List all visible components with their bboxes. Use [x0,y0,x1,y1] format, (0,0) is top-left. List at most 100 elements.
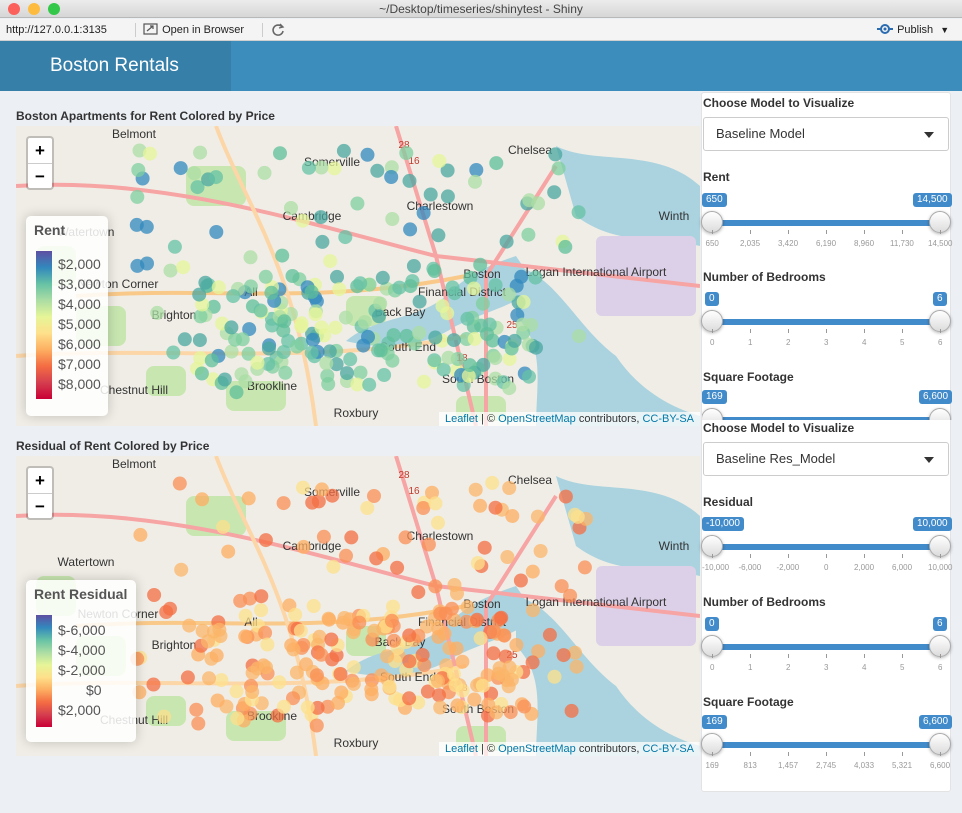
listing-marker[interactable] [321,377,336,391]
listing-marker[interactable] [547,669,562,684]
listing-marker[interactable] [515,317,530,332]
listing-marker[interactable] [503,705,518,720]
listing-marker[interactable] [570,509,585,524]
listing-marker[interactable] [308,307,323,322]
listing-marker[interactable] [406,259,421,273]
listing-marker[interactable] [529,340,543,355]
close-window-button[interactable] [8,3,20,15]
listing-marker[interactable] [353,365,368,380]
listing-marker[interactable] [316,529,331,544]
listing-marker[interactable] [558,239,573,254]
listing-marker[interactable] [473,257,488,272]
listing-marker[interactable] [314,647,329,662]
listing-marker[interactable] [324,632,339,647]
listing-marker[interactable] [476,357,491,372]
listing-marker[interactable] [427,264,442,278]
listing-marker[interactable] [350,196,365,211]
listing-marker[interactable] [513,573,528,588]
listing-marker[interactable] [494,610,509,625]
listing-marker[interactable] [433,700,448,715]
listing-marker[interactable] [477,540,492,555]
listing-marker[interactable] [392,280,407,295]
listing-marker[interactable] [403,222,418,237]
listing-marker[interactable] [370,163,385,178]
rent-slider[interactable]: 650 14,500 650 2,035 3,420 6,190 8,960 11,730 14… [701,193,952,253]
listing-marker[interactable] [468,482,483,497]
listing-marker[interactable] [306,599,321,613]
res-model-select[interactable]: Baseline Res_Model [703,442,949,476]
listing-marker[interactable] [352,615,367,630]
sqft2-slider[interactable]: 169 6,600 169 813 1,457 2,745 4,033 5,321 6,600 [701,715,953,775]
listing-marker[interactable] [129,217,144,232]
listing-marker[interactable] [528,270,543,285]
listing-marker[interactable] [174,562,189,577]
listing-marker[interactable] [235,332,250,347]
listing-marker[interactable] [577,560,592,575]
listing-marker[interactable] [421,537,436,552]
listing-marker[interactable] [243,250,258,265]
listing-marker[interactable] [189,702,204,717]
listing-marker[interactable] [467,331,482,346]
listing-marker[interactable] [209,648,224,663]
cc-link[interactable]: CC-BY-SA [642,743,694,755]
listing-marker[interactable] [473,498,488,513]
listing-marker[interactable] [194,366,209,381]
listing-marker[interactable] [130,258,145,273]
listing-marker[interactable] [336,143,351,158]
listing-marker[interactable] [384,170,399,184]
slider-min-handle[interactable] [702,408,723,420]
listing-marker[interactable] [254,589,269,604]
listing-marker[interactable] [522,369,536,384]
listing-marker[interactable] [209,170,223,185]
listing-marker[interactable] [193,145,208,160]
listing-marker[interactable] [502,287,516,302]
listing-marker[interactable] [530,509,545,524]
leaflet-link[interactable]: Leaflet [445,743,478,755]
listing-marker[interactable] [323,254,338,269]
listing-marker[interactable] [488,500,503,515]
listing-marker[interactable] [314,160,329,175]
listing-marker[interactable] [415,648,430,662]
listing-marker[interactable] [224,320,239,335]
listing-marker[interactable] [469,163,484,177]
listing-marker[interactable] [499,234,514,249]
listing-marker[interactable] [399,328,414,343]
listing-marker[interactable] [386,328,401,343]
listing-marker[interactable] [309,668,324,683]
listing-marker[interactable] [284,201,298,215]
leaflet-link[interactable]: Leaflet [445,413,478,425]
listing-marker[interactable] [146,677,161,692]
listing-marker[interactable] [367,489,381,503]
listing-marker[interactable] [133,527,148,542]
listing-marker[interactable] [210,693,225,708]
listing-marker[interactable] [243,279,258,294]
listing-marker[interactable] [427,353,442,368]
listing-marker[interactable] [449,641,464,656]
listing-marker[interactable] [238,629,253,644]
listing-marker[interactable] [216,519,231,534]
listing-marker[interactable] [412,325,427,340]
listing-marker[interactable] [385,353,400,368]
listing-marker[interactable] [488,351,503,366]
listing-marker[interactable] [339,548,353,563]
listing-marker[interactable] [385,212,400,226]
listing-marker[interactable] [373,343,388,358]
listing-marker[interactable] [275,248,290,263]
minimize-window-button[interactable] [28,3,40,15]
listing-marker[interactable] [250,355,265,370]
listing-marker[interactable] [556,648,571,663]
listing-marker[interactable] [455,654,470,669]
listing-marker[interactable] [277,314,292,329]
listing-marker[interactable] [507,333,522,348]
listing-marker[interactable] [398,530,413,545]
listing-marker[interactable] [502,381,517,396]
listing-marker[interactable] [470,556,485,570]
listing-marker[interactable] [428,330,443,345]
listing-marker[interactable] [259,660,273,675]
listing-marker[interactable] [501,679,516,694]
listing-marker[interactable] [525,564,540,579]
listing-marker[interactable] [390,560,405,575]
listing-marker[interactable] [328,320,343,335]
listing-marker[interactable] [233,593,248,608]
listing-marker[interactable] [285,269,300,283]
